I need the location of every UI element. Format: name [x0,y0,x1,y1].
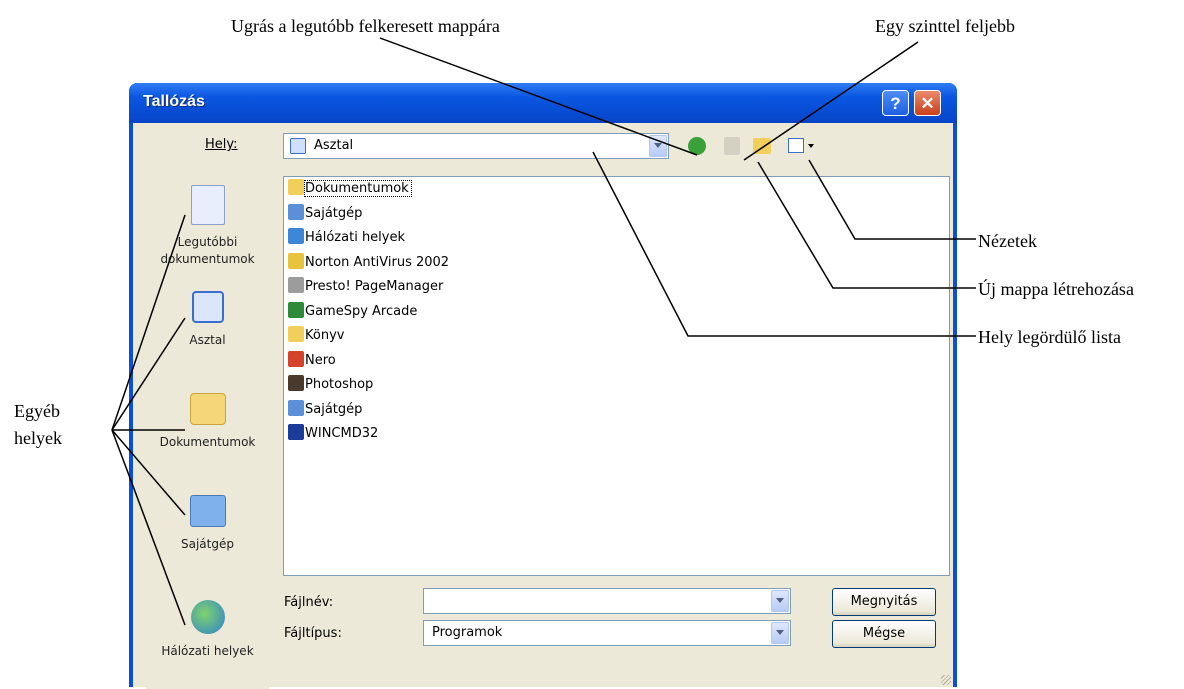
file-list-item[interactable]: Dokumentumok [288,179,412,203]
annotation-location-dropdown: Hely legördülő lista [978,327,1121,347]
place-network[interactable]: Hálózati helyek [146,600,269,660]
file-list-item[interactable]: Nero [288,350,336,375]
desktop-icon [191,291,224,323]
shortcut-icon [288,252,304,269]
file-name: Presto! PageManager [305,279,444,294]
up-folder-icon[interactable] [724,137,740,155]
annotation-new-folder: Új mappa létrehozása [978,279,1134,299]
computer-shortcut-icon [288,399,304,416]
filetype-label: Fájltípus: [284,626,342,641]
place-label: Dokumentumok [159,435,256,449]
file-name: Hálózati helyek [305,230,406,245]
shortcut-icon [288,375,304,391]
folder-icon [288,179,304,195]
place-label: Sajátgép [181,537,234,551]
annotation-views: Nézetek [978,231,1037,251]
file-name: WINCMD32 [305,426,379,441]
file-name: GameSpy Arcade [305,303,418,319]
shortcut-icon [288,277,304,293]
dialog-body: Hely: Asztal Legutóbbi dokumentumok Aszta… [133,123,953,689]
filename-field[interactable] [423,588,791,614]
location-label: Hely: [205,137,238,152]
annotation-other-places-2: helyek [14,428,62,448]
browse-dialog: Tallózás ? ✕ Hely: Asztal Legutóbbi dokum… [129,83,957,689]
file-list[interactable]: Dokumentumok Sajátgép Hálózati helyek Norto… [283,176,950,576]
documents-folder-icon [189,393,226,425]
location-value: Asztal [314,138,354,153]
chevron-down-icon[interactable] [771,622,789,644]
place-my-computer[interactable]: Sajátgép [146,495,269,553]
cancel-button[interactable]: Mégse [832,620,936,648]
place-desktop[interactable]: Asztal [146,291,269,349]
desktop-icon [290,138,306,154]
file-name: Könyv [305,328,345,343]
file-list-item[interactable]: Sajátgép [288,399,363,424]
close-button[interactable]: ✕ [914,90,941,116]
place-label: Legutóbbi dokumentumok [160,235,255,266]
recent-documents-icon [190,185,225,225]
file-list-item[interactable]: Könyv [288,326,344,350]
filetype-value: Programok [432,625,503,640]
file-list-item[interactable]: Hálózati helyek [288,228,405,252]
new-folder-icon[interactable] [753,138,771,154]
folder-shortcut-icon [288,326,304,342]
resize-grip[interactable] [941,675,951,685]
file-list-item[interactable]: Norton AntiVirus 2002 [288,252,450,277]
filename-label: Fájlnév: [284,595,334,610]
views-chevron-icon[interactable] [808,144,814,148]
places-bar: Legutóbbi dokumentumok Asztal Dokumentumo… [146,175,269,689]
back-icon[interactable] [688,137,706,155]
gamespy-icon [288,301,304,318]
dialog-title: Tallózás [143,93,205,110]
file-list-item[interactable]: Sajátgép [288,203,363,228]
place-recent-documents[interactable]: Legutóbbi dokumentumok [146,185,269,268]
annotation-goto-last: Ugrás a legutóbb felkeresett mappára [231,16,500,36]
my-computer-icon [189,495,226,527]
chevron-down-icon[interactable] [771,590,789,612]
file-name: Sajátgép [305,205,363,221]
file-list-item[interactable]: GameSpy Arcade [288,301,418,326]
network-icon [288,228,304,244]
shortcut-icon [288,350,304,367]
annotation-other-places-1: Egyéb [14,401,60,421]
open-button[interactable]: Megnyitás [832,588,936,616]
help-button[interactable]: ? [882,90,909,116]
place-label: Hálózati helyek [161,644,254,658]
place-label: Asztal [189,333,226,347]
filetype-select[interactable]: Programok [423,620,791,646]
file-name: Photoshop [305,377,374,392]
chevron-down-icon[interactable] [649,135,667,157]
file-list-item[interactable]: WINCMD32 [288,424,378,448]
computer-icon [288,203,304,220]
file-name: Dokumentumok [304,180,412,197]
title-bar: Tallózás ? ✕ [129,83,957,123]
file-list-item[interactable]: Presto! PageManager [288,277,443,301]
shortcut-icon [288,424,304,440]
file-name: Norton AntiVirus 2002 [305,254,450,270]
file-name: Nero [305,352,336,368]
file-name: Sajátgép [305,401,363,417]
file-list-item[interactable]: Photoshop [288,375,373,399]
views-icon[interactable] [788,138,804,153]
network-places-icon [190,600,225,634]
place-documents[interactable]: Dokumentumok [146,393,269,451]
location-dropdown[interactable]: Asztal [283,133,669,159]
annotation-up-one-level: Egy szinttel feljebb [875,16,1015,36]
